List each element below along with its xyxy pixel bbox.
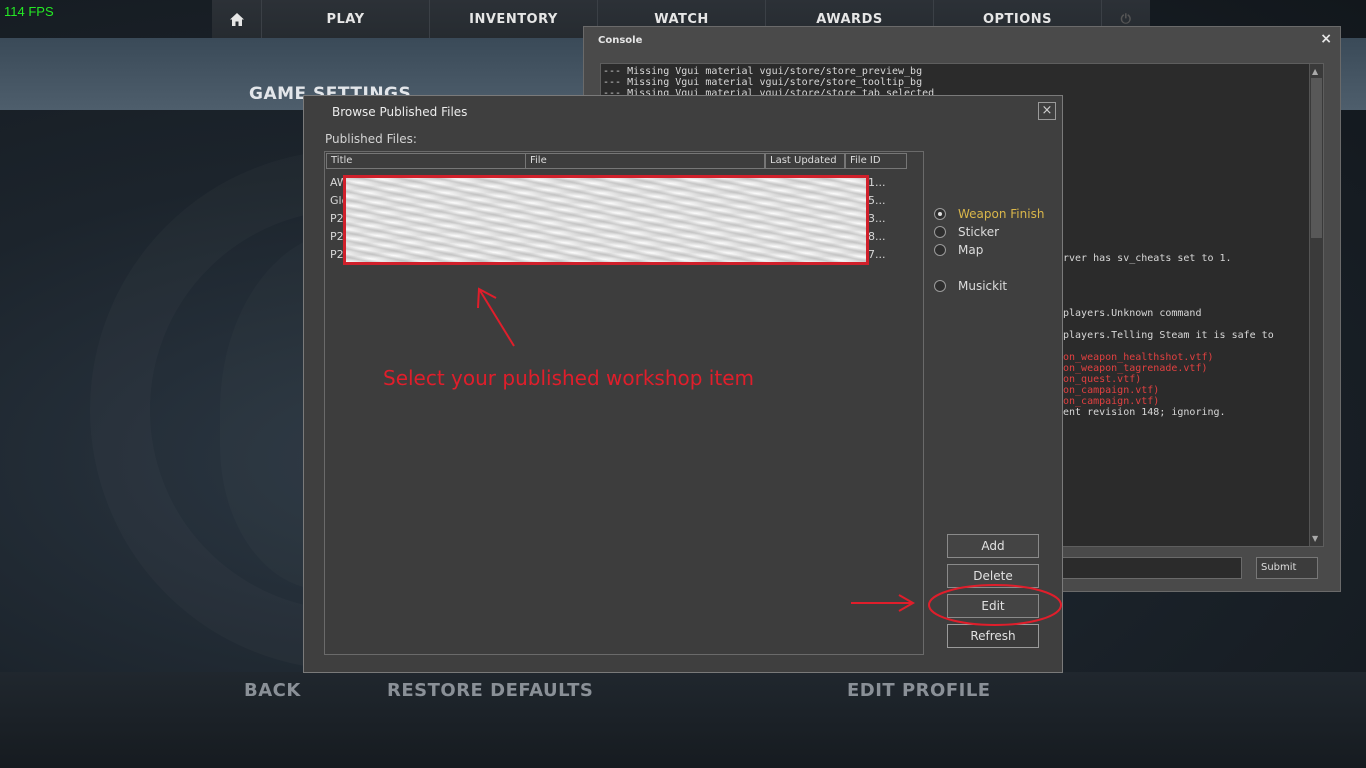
row-title: P2 xyxy=(330,212,344,225)
close-icon[interactable]: × xyxy=(1038,102,1056,120)
console-title: Console xyxy=(598,35,643,46)
add-button[interactable]: Add xyxy=(947,534,1039,558)
row-title: P2 xyxy=(330,248,344,261)
console-line: --- Missing Vgui material vgui/store/sto… xyxy=(603,66,923,77)
console-scrollbar[interactable]: ▲ ▼ xyxy=(1309,64,1323,546)
column-header-file[interactable]: File xyxy=(525,153,765,169)
nav-home[interactable] xyxy=(212,0,262,38)
scroll-up-icon[interactable]: ▲ xyxy=(1312,67,1318,76)
column-header-last-updated[interactable]: Last Updated xyxy=(765,153,845,169)
radio-unchecked-icon xyxy=(934,226,946,238)
radio-sticker[interactable]: Sticker xyxy=(934,224,999,240)
radio-label: Sticker xyxy=(958,225,1000,239)
radio-label: Map xyxy=(958,243,984,257)
fps-counter: 114 FPS xyxy=(4,4,54,19)
console-line: rver has sv_cheats set to 1. xyxy=(1063,253,1232,264)
radio-weapon-finish[interactable]: Weapon Finish xyxy=(934,206,1044,222)
nav-inventory[interactable]: INVENTORY xyxy=(430,0,598,38)
scrollbar-thumb[interactable] xyxy=(1311,78,1322,238)
delete-button[interactable]: Delete xyxy=(947,564,1039,588)
restore-defaults-button[interactable]: RESTORE DEFAULTS xyxy=(387,680,593,701)
redaction-noise xyxy=(346,178,866,262)
edit-profile-button[interactable]: EDIT PROFILE xyxy=(847,680,991,701)
annotation-instruction: Select your published workshop item xyxy=(383,366,754,390)
console-line-error: on_campaign.vtf) xyxy=(1063,396,1160,407)
console-line: players.Telling Steam it is safe to xyxy=(1063,330,1274,341)
console-line-error: on_weapon_healthshot.vtf) xyxy=(1063,352,1214,363)
console-command-input[interactable] xyxy=(1052,557,1242,579)
nav-play[interactable]: PLAY xyxy=(262,0,430,38)
radio-label: Weapon Finish xyxy=(958,207,1045,221)
edit-button[interactable]: Edit xyxy=(947,594,1039,618)
radio-musickit[interactable]: Musickit xyxy=(934,278,1007,294)
radio-unchecked-icon xyxy=(934,280,946,292)
console-line-error: on_campaign.vtf) xyxy=(1063,385,1160,396)
close-icon[interactable]: × xyxy=(1320,31,1332,47)
footer-band xyxy=(0,672,1366,768)
console-line: --- Missing Vgui material vgui/store/sto… xyxy=(603,77,923,88)
scroll-down-icon[interactable]: ▼ xyxy=(1312,534,1318,543)
redaction-box xyxy=(343,175,869,265)
console-submit-button[interactable]: Submit xyxy=(1256,557,1318,579)
column-header-file-id[interactable]: File ID xyxy=(845,153,907,169)
radio-label: Musickit xyxy=(958,279,1008,293)
console-line-error: on_weapon_tagrenade.vtf) xyxy=(1063,363,1208,374)
console-line-error: on_quest.vtf) xyxy=(1063,374,1142,385)
console-line: players.Unknown command xyxy=(1063,308,1202,319)
radio-checked-icon xyxy=(934,208,946,220)
column-header-title[interactable]: Title xyxy=(326,153,526,169)
refresh-button[interactable]: Refresh xyxy=(947,624,1039,648)
home-icon xyxy=(229,12,244,26)
radio-unchecked-icon xyxy=(934,244,946,256)
dialog-title: Browse Published Files xyxy=(332,105,468,119)
row-title: P2 xyxy=(330,230,344,243)
published-files-label: Published Files: xyxy=(325,132,417,146)
console-line: ent revision 148; ignoring. xyxy=(1063,407,1226,418)
radio-map[interactable]: Map xyxy=(934,242,983,258)
back-button[interactable]: BACK xyxy=(244,680,301,701)
